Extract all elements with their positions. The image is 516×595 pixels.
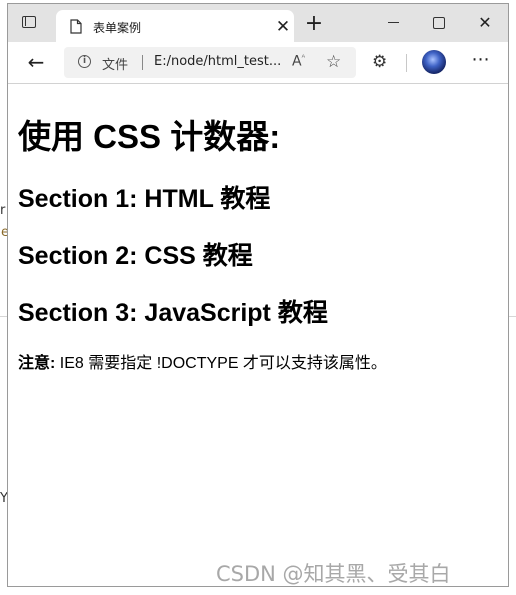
minimize-icon (387, 22, 399, 23)
back-arrow-icon[interactable]: ← (25, 51, 47, 73)
page-content: 使用 CSS 计数器: Section 1: HTML 教程 Section 2… (8, 84, 508, 586)
minimize-button[interactable] (370, 8, 416, 38)
browser-window: 表单案例 ✕ + ✕ ← i 文件 E:/node/html_test... A… (7, 3, 509, 587)
favorite-add-icon[interactable]: ☆ (326, 52, 341, 72)
toolbar-divider (406, 54, 407, 72)
section-heading: Section 1: HTML 教程 (18, 185, 271, 213)
page-icon (70, 19, 82, 34)
avatar[interactable] (422, 50, 446, 74)
more-icon[interactable]: ⋯ (469, 50, 493, 74)
maximize-button[interactable] (416, 8, 462, 38)
browser-tab[interactable]: 表单案例 ✕ (56, 10, 294, 43)
info-icon[interactable]: i (78, 55, 91, 68)
browser-toolbar: ← i 文件 E:/node/html_test... Aᴬ ☆ ⚙ ⋯ (8, 42, 508, 84)
note-label: 注意: (18, 355, 56, 372)
section-heading: Section 3: JavaScript 教程 (18, 299, 328, 327)
close-icon[interactable]: ✕ (272, 16, 294, 38)
address-separator (142, 55, 143, 70)
puzzle-icon[interactable]: ⚙ (372, 52, 387, 72)
section-heading: Section 2: CSS 教程 (18, 242, 253, 270)
tab-title: 表单案例 (93, 21, 142, 35)
background-fragment: r (0, 203, 6, 218)
watermark: CSDN @知其黑、受其白 (216, 562, 451, 586)
note-text: IE8 需要指定 !DOCTYPE 才可以支持该属性。 (55, 355, 387, 372)
tab-actions-icon[interactable] (22, 16, 36, 28)
note-paragraph: 注意: IE8 需要指定 !DOCTYPE 才可以支持该属性。 (18, 349, 387, 373)
read-aloud-icon[interactable]: Aᴬ (292, 53, 305, 70)
page-title: 使用 CSS 计数器: (18, 118, 281, 155)
url-text[interactable]: E:/node/html_test... (154, 54, 281, 69)
plus-icon[interactable]: + (302, 12, 326, 36)
close-window-button[interactable]: ✕ (462, 8, 508, 38)
address-bar[interactable]: i 文件 E:/node/html_test... Aᴬ ☆ (64, 47, 356, 78)
scheme-label: 文件 (102, 58, 129, 73)
background-divider (508, 316, 516, 317)
maximize-icon (433, 17, 445, 29)
title-bar: 表单案例 ✕ + ✕ (8, 4, 508, 43)
